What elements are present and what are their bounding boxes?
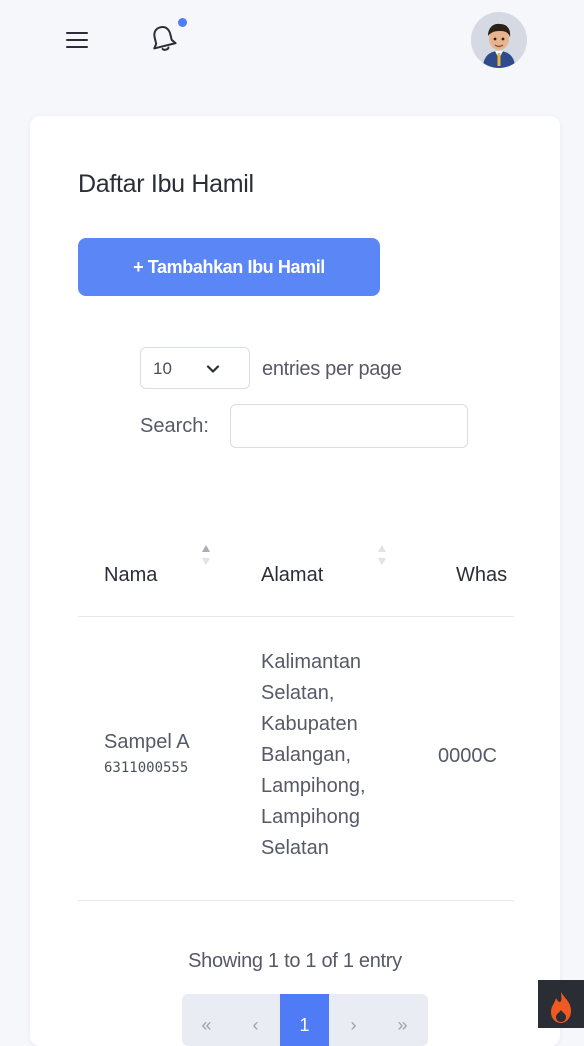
sort-icon[interactable]: [200, 542, 212, 572]
previous-page-button[interactable]: ‹: [231, 994, 280, 1046]
top-navbar: [0, 0, 584, 90]
cell-alamat: Kalimantan Selatan, Kabupaten Balangan, …: [261, 647, 366, 864]
alamat-line: Kabupaten: [261, 713, 358, 735]
last-page-button[interactable]: »: [378, 994, 427, 1046]
user-avatar[interactable]: [471, 12, 527, 68]
alamat-line: Lampihong,: [261, 775, 366, 797]
sort-icon[interactable]: [376, 542, 388, 572]
search-input[interactable]: [230, 404, 468, 448]
search-label: Search:: [140, 415, 209, 437]
data-table: Nama Alamat Whas Sampel A 6311000555 Kal…: [78, 534, 514, 904]
alamat-line: Balangan,: [261, 744, 352, 766]
entries-per-page-select[interactable]: 10: [140, 347, 250, 389]
cell-nama: Sampel A: [104, 731, 190, 753]
first-page-button[interactable]: «: [182, 994, 231, 1046]
alamat-line: Kalimantan: [261, 651, 362, 673]
page-1-button[interactable]: 1: [280, 994, 329, 1046]
fire-icon[interactable]: [538, 980, 584, 1028]
cell-whatsapp: 0000C: [438, 745, 497, 767]
alamat-line: Selatan: [261, 837, 329, 859]
column-header-alamat[interactable]: Alamat: [261, 564, 323, 587]
alamat-line: Selatan,: [261, 682, 335, 704]
chevron-down-icon: [206, 365, 220, 373]
alamat-line: Lampihong: [261, 806, 360, 828]
entries-per-page-label: entries per page: [262, 358, 402, 380]
pagination: « ‹ 1 › »: [182, 994, 428, 1046]
entries-per-page-value: 10: [153, 359, 172, 378]
page-title: Daftar Ibu Hamil: [78, 170, 254, 198]
content-card: Daftar Ibu Hamil + Tambahkan Ibu Hamil 1…: [30, 116, 560, 1046]
showing-entries-text: Showing 1 to 1 of 1 entry: [188, 950, 402, 972]
hamburger-icon[interactable]: [66, 30, 90, 50]
table-header-divider: [78, 616, 514, 617]
bell-icon[interactable]: [148, 22, 178, 54]
add-ibu-hamil-button[interactable]: + Tambahkan Ibu Hamil: [78, 238, 380, 296]
column-header-nama[interactable]: Nama: [104, 564, 157, 587]
column-header-whatsapp[interactable]: Whas: [456, 564, 507, 587]
notification-badge: [178, 18, 187, 27]
table-row-divider: [78, 900, 514, 901]
cell-nik: 6311000555: [104, 760, 189, 776]
next-page-button[interactable]: ›: [329, 994, 378, 1046]
